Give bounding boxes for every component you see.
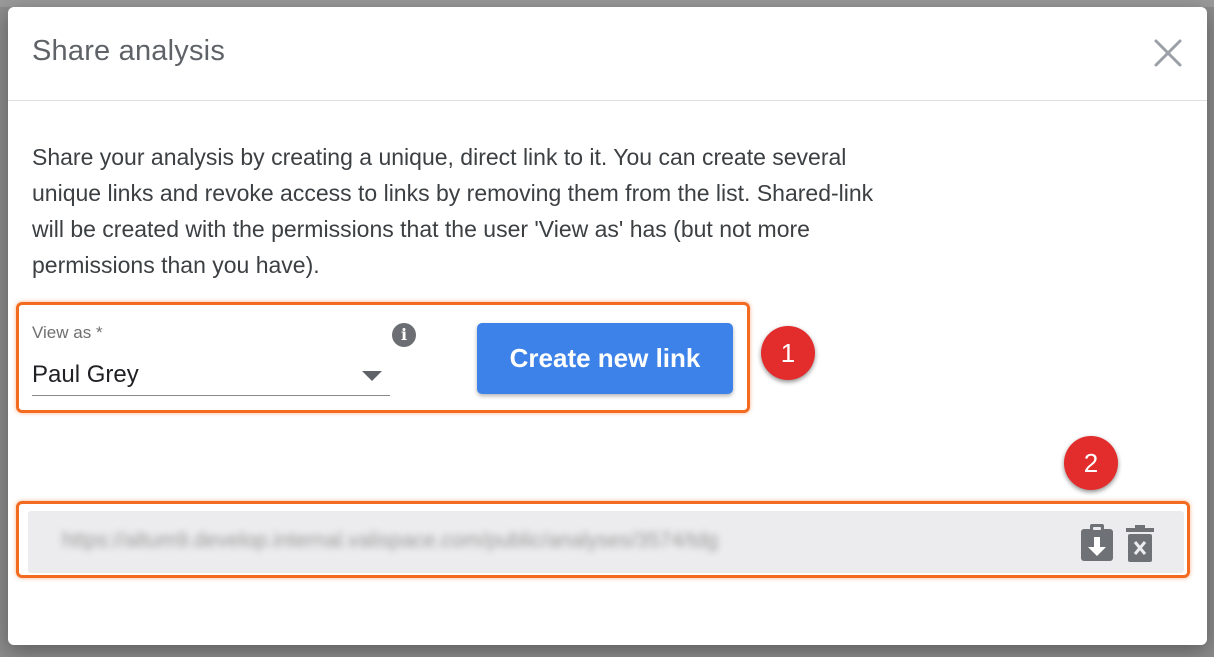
backdrop	[0, 0, 1214, 7]
dialog-header: Share analysis	[8, 7, 1207, 101]
close-icon[interactable]	[1151, 36, 1185, 70]
annotation-badge-1: 1	[761, 326, 815, 380]
dialog-description: Share your analysis by creating a unique…	[32, 144, 874, 278]
annotation-outline-view-as	[16, 302, 750, 413]
annotation-badge-2: 2	[1064, 436, 1118, 490]
annotation-outline-link-row	[16, 501, 1190, 578]
dialog-title: Share analysis	[32, 35, 226, 67]
